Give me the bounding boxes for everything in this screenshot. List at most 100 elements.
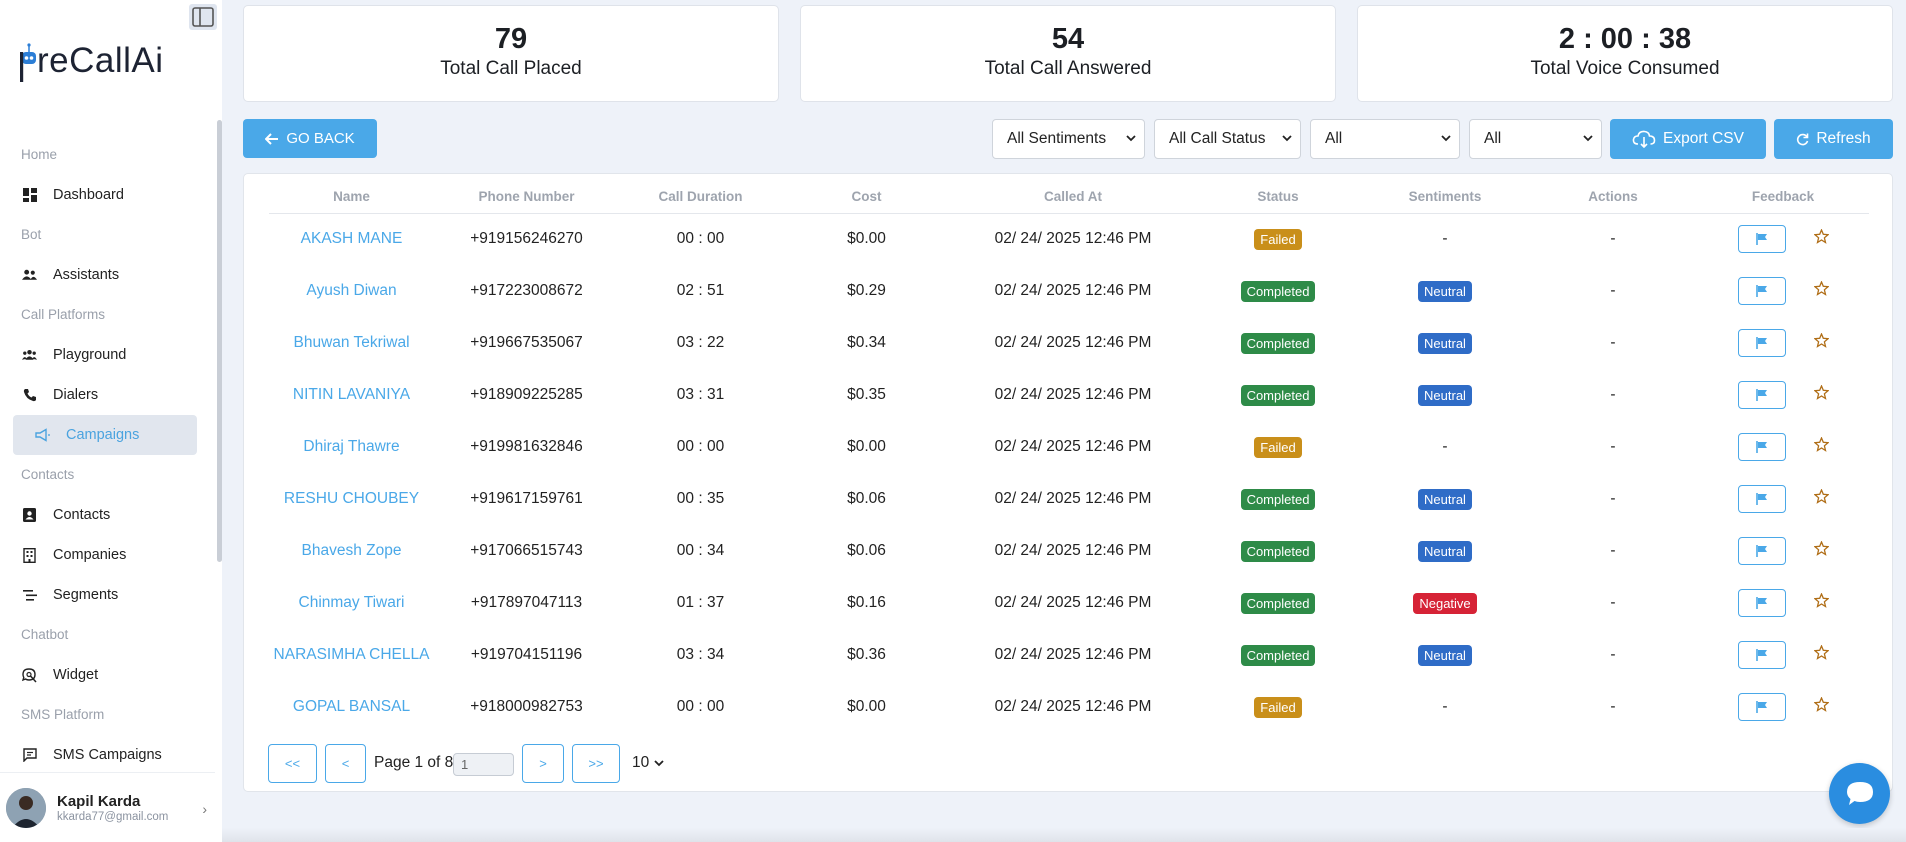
flag-feedback-button[interactable] [1737, 537, 1786, 565]
user-name: Kapil Karda [57, 792, 141, 810]
sidebar-item-dialers[interactable]: Dialers [0, 375, 197, 415]
star-rating-icon[interactable] [1812, 384, 1830, 405]
export-csv-button[interactable]: Export CSV [1610, 119, 1766, 159]
stat-card-calls-placed: 79 Total Call Placed [243, 5, 779, 102]
star-rating-icon[interactable] [1812, 280, 1830, 301]
sidebar-item-sms-campaigns[interactable]: SMS Campaigns [0, 735, 197, 775]
contact-name-link[interactable]: Bhuwan Tekriwal [269, 317, 434, 369]
flag-feedback-button[interactable] [1737, 485, 1786, 513]
star-rating-icon[interactable] [1812, 540, 1830, 561]
stat-value: 54 [1051, 23, 1085, 55]
sidebar-item-label: SMS Campaigns [53, 747, 162, 763]
call-duration: 03 : 22 [676, 334, 725, 351]
flag-feedback-button[interactable] [1737, 329, 1786, 357]
actions-cell: - [1610, 386, 1616, 403]
next-page-button[interactable]: > [522, 744, 564, 783]
export-csv-label: Export CSV [1663, 130, 1744, 147]
status-cell: Completed [1195, 629, 1361, 681]
contact-name-link[interactable]: AKASH MANE [269, 213, 434, 265]
flag-feedback-button[interactable] [1737, 381, 1786, 409]
star-rating-icon[interactable] [1812, 592, 1830, 613]
sidebar-item-assistants[interactable]: Assistants [0, 255, 197, 295]
user-profile[interactable]: Kapil Karda kkarda77@gmail.com › [0, 772, 215, 842]
building-icon [22, 547, 37, 563]
column-header-sentiments[interactable]: Sentiments [1361, 181, 1529, 214]
status-badge: Completed [1240, 540, 1316, 562]
table-row: NITIN LAVANIYA +918909225285 03 : 31 $0.35 0… [269, 369, 1869, 421]
column-header-called-at[interactable]: Called At [951, 181, 1195, 214]
table-row: RESHU CHOUBEY +919617159761 00 : 35 $0.06 02… [269, 473, 1869, 525]
sentiment-filter-select[interactable]: All Sentiments [992, 119, 1145, 159]
refresh-button[interactable]: Refresh [1774, 119, 1893, 159]
column-header-status[interactable]: Status [1195, 181, 1361, 214]
sidebar-item-playground[interactable]: Playground [0, 335, 197, 375]
star-rating-icon[interactable] [1812, 488, 1830, 509]
sidebar-item-label: Campaigns [66, 427, 140, 443]
sidebar-scrollbar[interactable] [217, 120, 222, 562]
dashboard-icon [22, 188, 37, 203]
stat-label: Total Voice Consumed [1530, 58, 1720, 79]
star-rating-icon[interactable] [1812, 436, 1830, 457]
star-rating-icon[interactable] [1812, 332, 1830, 353]
flag-icon [1755, 389, 1767, 401]
contact-name-link[interactable]: Ayush Diwan [269, 265, 434, 317]
contact-name-link[interactable]: NITIN LAVANIYA [269, 369, 434, 421]
filter-select-3[interactable]: All [1310, 119, 1460, 159]
phone-number: +917897047113 [470, 594, 583, 611]
first-page-button[interactable]: << [268, 744, 317, 783]
status-badge: Completed [1240, 644, 1316, 666]
chat-widget-button[interactable] [1829, 763, 1890, 824]
brand-logo[interactable]: reCallAi [18, 32, 164, 84]
table-row: NARASIMHA CHELLA +919704151196 03 : 34 $0.3… [269, 629, 1869, 681]
sidebar-item-contacts[interactable]: Contacts [0, 495, 197, 535]
star-rating-icon[interactable] [1812, 644, 1830, 665]
flag-feedback-button[interactable] [1737, 277, 1786, 305]
page-size-select[interactable]: 10 [632, 754, 664, 772]
segments-icon [22, 588, 37, 603]
flag-feedback-button[interactable] [1737, 589, 1786, 617]
sidebar-toggle-button[interactable] [189, 4, 217, 30]
contact-name-link[interactable]: Bhavesh Zope [269, 525, 434, 577]
column-header-phone[interactable]: Phone Number [434, 181, 619, 214]
sentiment-empty: - [1442, 698, 1448, 715]
contact-name-link[interactable]: RESHU CHOUBEY [269, 473, 434, 525]
sentiment-cell: Neutral [1361, 369, 1529, 421]
flag-feedback-button[interactable] [1737, 225, 1786, 254]
contact-name-link[interactable]: Chinmay Tiwari [269, 577, 434, 629]
sentiment-cell: Neutral [1361, 525, 1529, 577]
call-cost: $0.00 [847, 438, 886, 455]
contact-name-link[interactable]: NARASIMHA CHELLA [269, 629, 434, 681]
sidebar-item-widget[interactable]: Widget [0, 655, 197, 695]
prev-page-button[interactable]: < [325, 744, 366, 783]
last-page-button[interactable]: >> [572, 744, 620, 783]
status-cell: Completed [1195, 473, 1361, 525]
feedback-cell [1697, 265, 1869, 317]
status-badge: Completed [1240, 592, 1316, 614]
sidebar-item-campaigns[interactable]: Campaigns [13, 415, 197, 455]
sentiment-cell: - [1361, 681, 1529, 733]
column-header-cost[interactable]: Cost [782, 181, 951, 214]
column-header-name[interactable]: Name [269, 181, 434, 214]
page-number-input[interactable]: 1 [453, 753, 514, 776]
contact-name-link[interactable]: Dhiraj Thawre [269, 421, 434, 473]
table-row: AKASH MANE +919156246270 00 : 00 $0.00 02/ 2… [269, 213, 1869, 265]
call-cost: $0.34 [847, 334, 886, 351]
go-back-button[interactable]: GO BACK [243, 119, 377, 158]
phone-number: +919667535067 [470, 334, 583, 351]
sidebar-item-segments[interactable]: Segments [0, 575, 197, 615]
status-cell: Completed [1195, 577, 1361, 629]
flag-feedback-button[interactable] [1737, 693, 1786, 721]
phone-number: +917223008672 [470, 282, 583, 299]
flag-feedback-button[interactable] [1737, 433, 1786, 461]
filter-select-4[interactable]: All [1469, 119, 1602, 159]
column-header-duration[interactable]: Call Duration [619, 181, 782, 214]
call-duration: 00 : 00 [676, 438, 725, 455]
star-rating-icon[interactable] [1812, 228, 1830, 249]
sidebar-item-companies[interactable]: Companies [0, 535, 197, 575]
contact-name-link[interactable]: GOPAL BANSAL [269, 681, 434, 733]
call-duration: 00 : 00 [676, 698, 725, 715]
sidebar-item-dashboard[interactable]: Dashboard [0, 175, 197, 215]
star-rating-icon[interactable] [1812, 696, 1830, 717]
call-status-filter-select[interactable]: All Call Status [1154, 119, 1301, 159]
flag-feedback-button[interactable] [1737, 641, 1786, 669]
